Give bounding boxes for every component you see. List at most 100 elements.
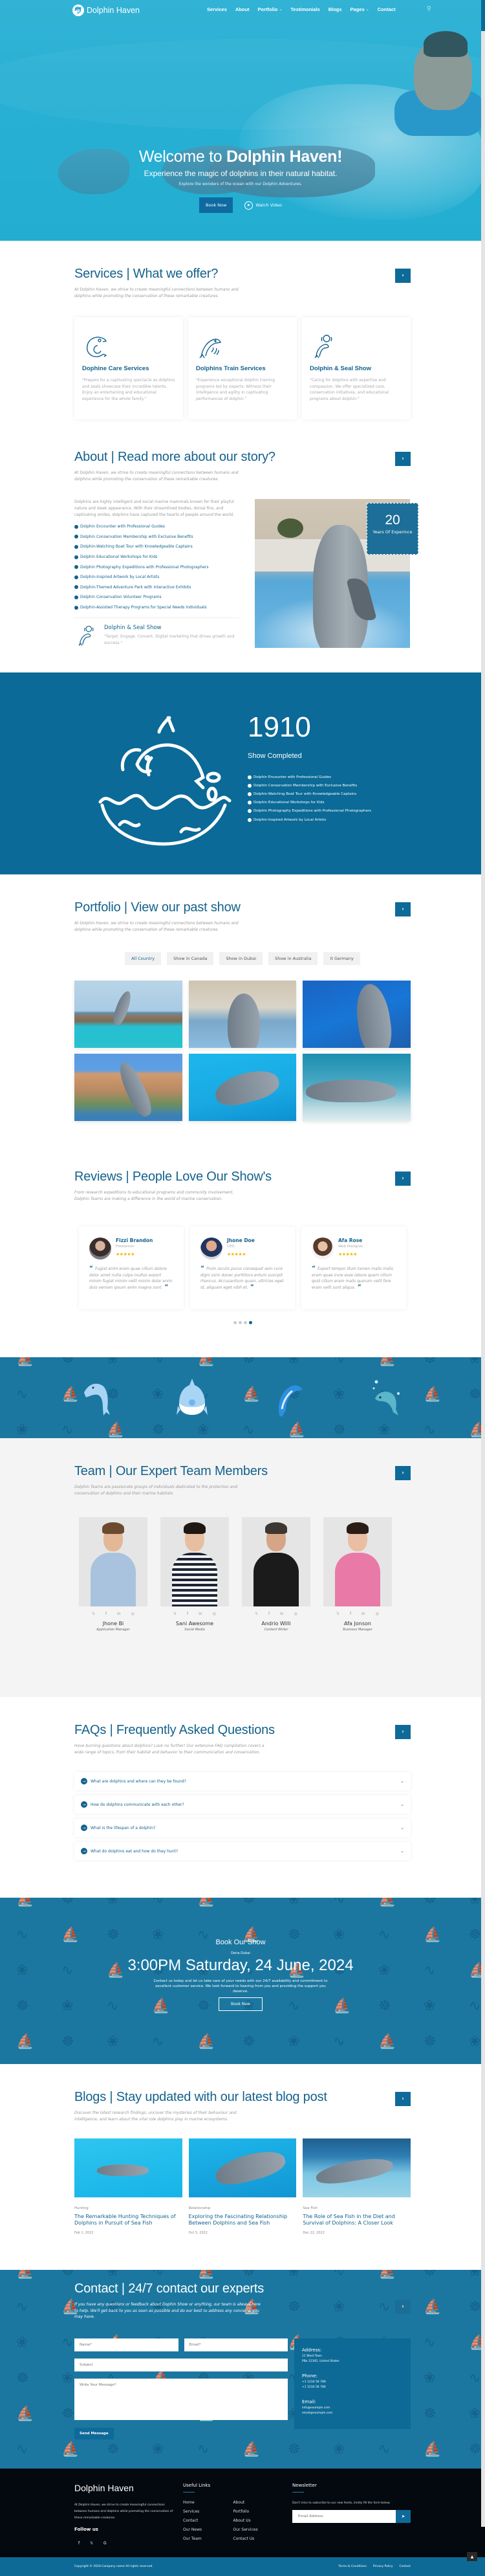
hero-book-now-button[interactable]: Book Now xyxy=(199,197,233,213)
nav-item-pages[interactable]: Pages ⌄ xyxy=(350,6,369,12)
faq-item[interactable]: → What is the lifespan of a dolphin? ⌄ xyxy=(74,1819,411,1837)
blog-title-link[interactable]: Exploring the Fascinating Relationship B… xyxy=(189,2214,297,2226)
blog-title-link[interactable]: The Remarkable Hunting Techniques of Dol… xyxy=(74,2214,182,2226)
brand-logo[interactable]: 🐬 Dolphin Haven xyxy=(72,5,140,16)
newsletter-submit-button[interactable]: ➤ xyxy=(396,2510,411,2523)
footer-link[interactable]: Contact Us xyxy=(233,2537,284,2541)
team-more-button[interactable]: › xyxy=(395,1466,411,1480)
contact-more-button[interactable]: › xyxy=(395,2300,411,2314)
footer-link[interactable]: About xyxy=(233,2500,284,2505)
about-more-button[interactable]: › xyxy=(395,452,411,466)
email-input[interactable] xyxy=(184,2338,288,2351)
nav-item-blogs[interactable]: Blogs xyxy=(329,6,342,12)
email-address[interactable]: email@example.com xyxy=(302,2411,403,2416)
service-card[interactable]: Dophine Care Services "Prepare for a cap… xyxy=(74,317,183,419)
nav-item-contact[interactable]: Contact xyxy=(378,6,396,12)
facebook-icon[interactable]: f xyxy=(105,1612,107,1616)
facebook-icon[interactable]: f xyxy=(78,2541,80,2546)
filter-button[interactable]: All Country xyxy=(125,952,162,965)
twitter-icon[interactable]: 𝕏 xyxy=(173,1612,177,1616)
faq-item[interactable]: → What are dolphins and where can they be… xyxy=(74,1772,411,1790)
back-to-top-button[interactable]: ▲ xyxy=(467,2552,477,2561)
search-icon[interactable]: ⚲ xyxy=(427,6,431,12)
portfolio-image[interactable] xyxy=(303,1054,411,1121)
filter-button[interactable]: Show in Dubai xyxy=(219,952,263,965)
footer-link[interactable]: Our Services xyxy=(233,2527,284,2532)
pagination-dot[interactable] xyxy=(248,1321,252,1324)
pagination-dot[interactable] xyxy=(238,1321,242,1324)
filter-button[interactable]: Show in Canada xyxy=(167,952,214,965)
footer-link[interactable]: Portfolio xyxy=(233,2509,284,2514)
footer-link[interactable]: About Us xyxy=(233,2518,284,2523)
hero-subtitle: Experience the magic of dolphins in thei… xyxy=(144,169,338,178)
facebook-icon[interactable]: f xyxy=(350,1612,351,1616)
phone-number[interactable]: +1 1234 56 780 xyxy=(302,2385,403,2390)
email-address[interactable]: info@example.com xyxy=(302,2406,403,2411)
google-icon[interactable]: G xyxy=(103,2541,107,2546)
reviews-more-button[interactable]: › xyxy=(395,1171,411,1186)
blog-image[interactable] xyxy=(303,2138,411,2197)
instagram-icon[interactable]: ◎ xyxy=(376,1612,379,1616)
message-textarea[interactable] xyxy=(74,2378,288,2420)
portfolio-more-button[interactable]: › xyxy=(395,902,411,916)
booking-book-now-button[interactable]: Book Now xyxy=(219,1997,263,2011)
watch-video-button[interactable]: ▶ Watch Video xyxy=(244,201,282,210)
dolphin-blue-illustration xyxy=(278,1385,303,1417)
instagram-icon[interactable]: ◎ xyxy=(294,1612,297,1616)
blog-title-link[interactable]: The Role of Sea Fish in the Diet and Sur… xyxy=(303,2214,411,2226)
page-scrollbar[interactable] xyxy=(481,0,485,2527)
facebook-icon[interactable]: f xyxy=(268,1612,270,1616)
footer-link[interactable]: Contact xyxy=(183,2518,233,2523)
footer-legal-link[interactable]: Contact xyxy=(399,2565,411,2568)
footer-legal-link[interactable]: Terms & Conditions xyxy=(338,2565,366,2568)
filter-button[interactable]: Show in Australia xyxy=(268,952,318,965)
service-card[interactable]: Dolphin & Seal Show "Caring for dolphins… xyxy=(302,317,411,419)
footer-link[interactable]: Home xyxy=(183,2500,233,2505)
chevron-right-icon: › xyxy=(402,906,404,913)
portfolio-image[interactable] xyxy=(303,981,411,1048)
nav-item-portfolio[interactable]: Portfolio ⌄ xyxy=(258,6,283,12)
nav-item-about[interactable]: About xyxy=(235,6,250,12)
instagram-icon[interactable]: ◎ xyxy=(131,1612,135,1616)
pagination-dot[interactable] xyxy=(233,1321,237,1324)
blog-more-button[interactable]: › xyxy=(395,2092,411,2106)
phone-number[interactable]: +1 1234 56 789 xyxy=(302,2380,403,2385)
footer-link[interactable]: Our News xyxy=(183,2527,233,2532)
instagram-icon[interactable]: ◎ xyxy=(213,1612,216,1616)
twitter-icon[interactable]: 𝕏 xyxy=(255,1612,258,1616)
footer-link[interactable]: Services xyxy=(183,2509,233,2514)
twitter-icon[interactable]: 𝕏 xyxy=(336,1612,339,1616)
subject-input[interactable] xyxy=(74,2358,288,2371)
footer-legal-link[interactable]: Privacy Policy xyxy=(373,2565,393,2568)
blog-image[interactable] xyxy=(74,2138,182,2197)
blog-post[interactable]: Sea Fish The Role of Sea Fish in the Diet… xyxy=(303,2138,411,2235)
faq-item[interactable]: → How do dolphins communicate with each o… xyxy=(74,1795,411,1814)
linkedin-icon[interactable]: in xyxy=(117,1612,120,1616)
portfolio-image[interactable] xyxy=(74,1054,182,1121)
faq-item[interactable]: → What do dolphins eat and how do they hu… xyxy=(74,1842,411,1860)
portfolio-image[interactable] xyxy=(188,981,297,1048)
nav-item-testimonials[interactable]: Testimonials xyxy=(290,6,319,12)
footer-link[interactable]: Our Team xyxy=(183,2537,233,2541)
scrollbar-thumb[interactable] xyxy=(481,0,485,31)
services-more-button[interactable]: › xyxy=(395,269,411,283)
newsletter-email-input[interactable] xyxy=(292,2510,396,2523)
nav-item-services[interactable]: Services xyxy=(207,6,227,12)
pagination-dot[interactable] xyxy=(243,1321,247,1324)
twitter-icon[interactable]: 𝕏 xyxy=(90,2541,93,2546)
blog-post[interactable]: Relationship Exploring the Fascinating Re… xyxy=(188,2138,297,2235)
linkedin-icon[interactable]: in xyxy=(199,1612,202,1616)
portfolio-image[interactable] xyxy=(188,1054,297,1121)
portfolio-image[interactable] xyxy=(74,981,182,1048)
name-input[interactable] xyxy=(74,2338,178,2351)
faq-more-button[interactable]: › xyxy=(395,1725,411,1739)
twitter-icon[interactable]: 𝕏 xyxy=(92,1612,95,1616)
service-card[interactable]: Dolphins Train Services "Experience exce… xyxy=(188,317,297,419)
facebook-icon[interactable]: f xyxy=(187,1612,188,1616)
blog-post[interactable]: Hunting The Remarkable Hunting Techniques… xyxy=(74,2138,182,2235)
filter-button[interactable]: It Germany xyxy=(323,952,360,965)
blog-image[interactable] xyxy=(188,2138,297,2197)
send-message-button[interactable]: Send Message xyxy=(74,2427,114,2439)
linkedin-icon[interactable]: in xyxy=(361,1612,365,1616)
linkedin-icon[interactable]: in xyxy=(280,1612,283,1616)
